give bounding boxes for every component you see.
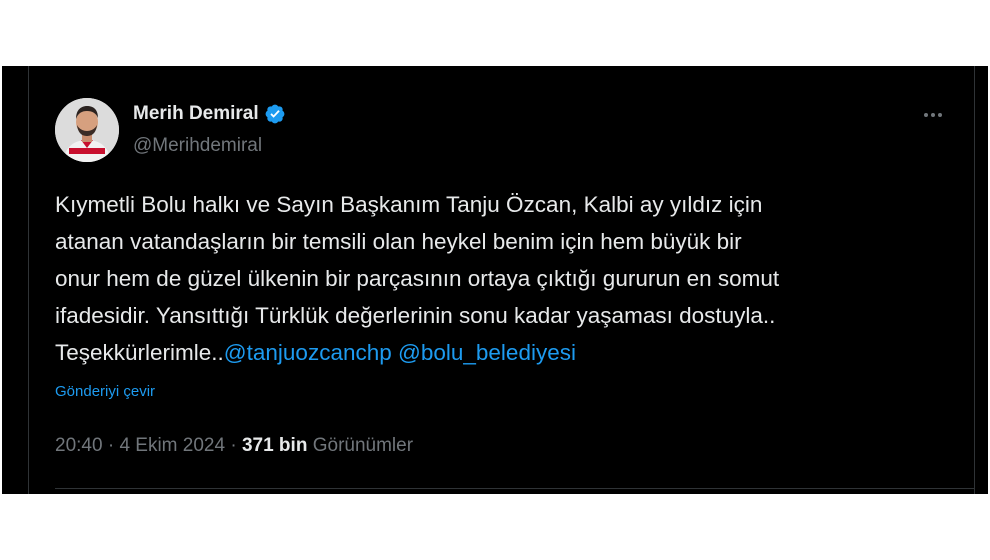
author-display-name[interactable]: Merih Demiral [133, 102, 259, 126]
meta-separator: · [225, 435, 242, 456]
author-name-row: Merih Demiral [133, 102, 286, 126]
more-options-icon [924, 113, 928, 117]
views-count: 371 bin [241, 435, 308, 456]
tweet-date[interactable]: 4 Ekim 2024 [119, 435, 225, 456]
more-options-button[interactable] [918, 104, 948, 126]
tweet-text-last-line: Teşekkürlerimle..@tanjuozcanchp @bolu_be… [55, 334, 955, 371]
more-options-dot [931, 113, 935, 117]
mention-link[interactable]: @bolu_belediyesi [398, 340, 576, 365]
meta-separator: · [102, 435, 120, 456]
tweet-text: Kıymetli Bolu halkı ve Sayın Başkanım Ta… [55, 186, 955, 371]
avatar-image [55, 98, 119, 162]
avatar[interactable] [55, 98, 119, 162]
tweet-meta: 20:40 · 4 Ekim 2024 · 371 bin Görünümler [55, 434, 413, 458]
mention-link[interactable]: @tanjuozcanchp [224, 340, 392, 365]
tweet-text-line: ifadesidir. Yansıttığı Türklük değerleri… [55, 303, 776, 328]
translate-post-link[interactable]: Gönderiyi çevir [55, 382, 155, 402]
tweet-text-line: onur hem de güzel ülkenin bir parçasının… [55, 266, 780, 291]
more-options-dot [938, 113, 942, 117]
tweet-text-line: Kıymetli Bolu halkı ve Sayın Başkanım Ta… [55, 192, 763, 217]
panel-border-right [974, 66, 975, 494]
divider [55, 488, 974, 489]
verified-badge-icon[interactable] [264, 103, 286, 125]
views-label: Görünümler [312, 435, 414, 456]
tweet-panel: Merih Demiral @Merihdemiral Kıymetli Bol… [2, 66, 988, 494]
author-handle[interactable]: @Merihdemiral [133, 134, 262, 158]
tweet-time[interactable]: 20:40 [55, 435, 103, 456]
panel-border-left [28, 66, 29, 494]
tweet-text-line: atanan vatandaşların bir temsili olan he… [55, 229, 742, 254]
tweet-text-closing: Teşekkürlerimle.. [55, 340, 224, 365]
